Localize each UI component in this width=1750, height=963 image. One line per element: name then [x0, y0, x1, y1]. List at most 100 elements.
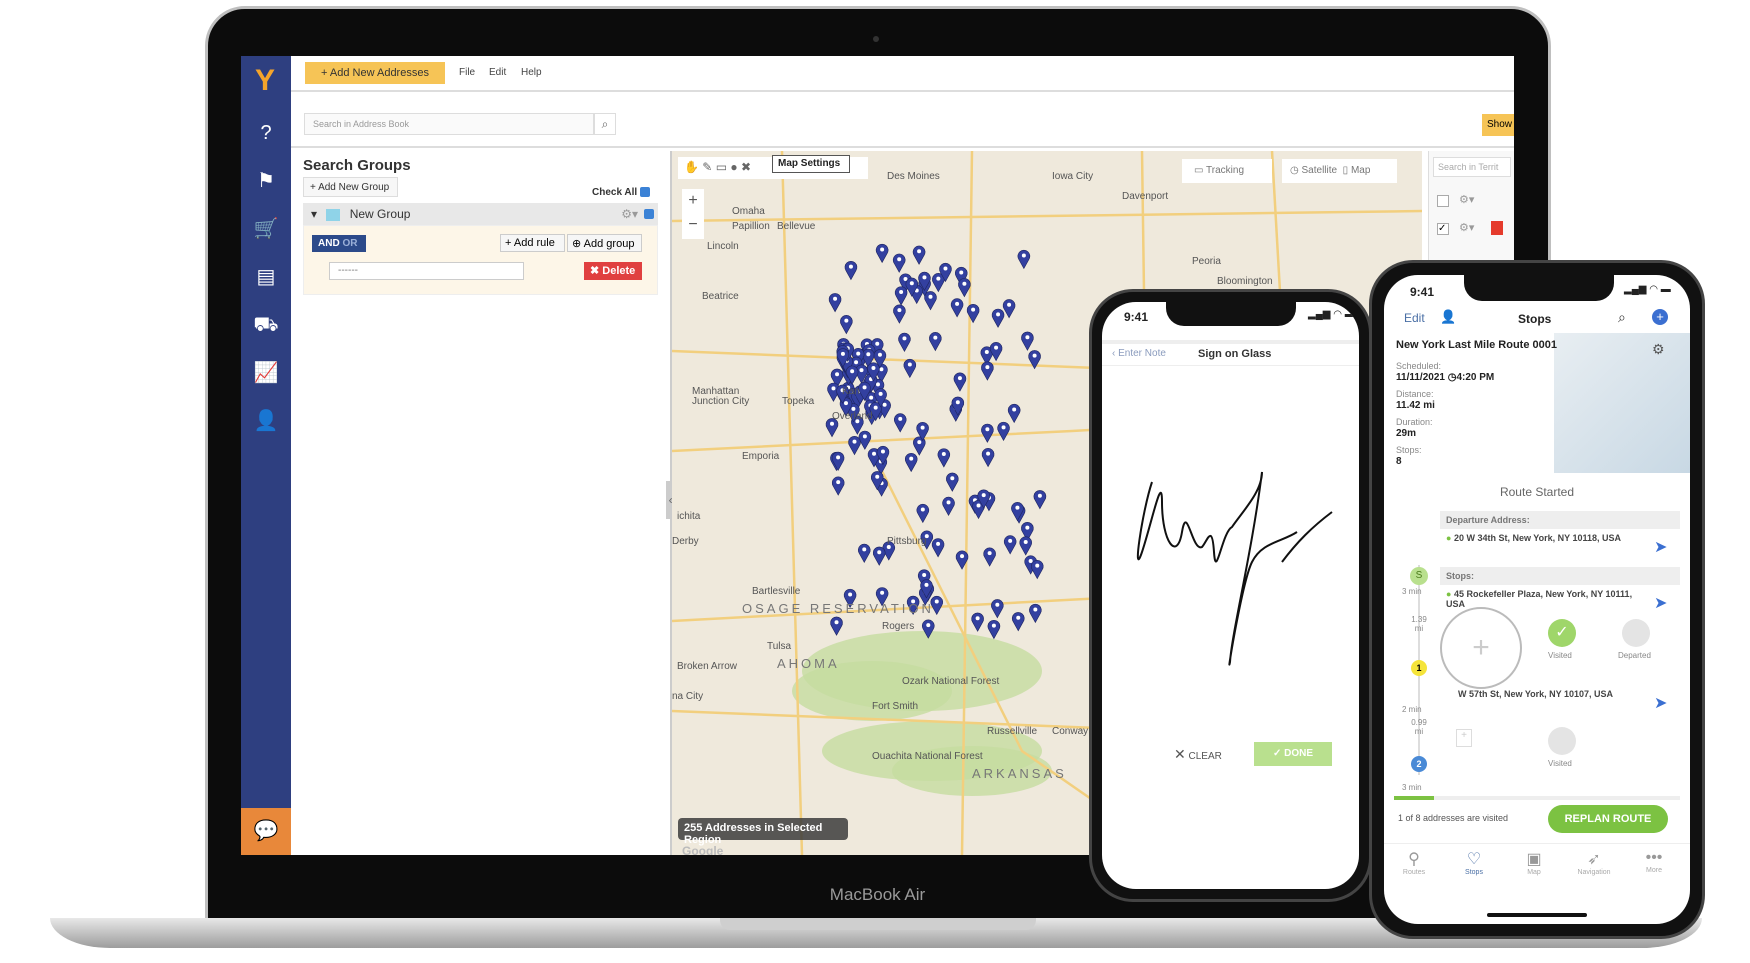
group-checkbox[interactable] [644, 209, 654, 219]
map-pin[interactable] [858, 430, 872, 450]
done-button[interactable]: ✓ DONE [1254, 742, 1332, 766]
stop-2-address[interactable]: W 57th St, New York, NY 10107, USA [1458, 689, 1638, 699]
map-pin[interactable] [828, 293, 842, 313]
route-map-thumbnail[interactable] [1554, 333, 1690, 473]
map-pin[interactable] [981, 423, 994, 443]
back-button[interactable]: ‹ Enter Note [1112, 348, 1166, 359]
map-pin[interactable] [840, 315, 853, 335]
map-pin[interactable] [830, 616, 843, 636]
group-color-swatch[interactable] [326, 208, 341, 221]
map-pin[interactable] [893, 304, 906, 324]
map-pin[interactable] [892, 253, 906, 273]
progress-bar[interactable] [1394, 796, 1680, 800]
circle-icon[interactable]: ● [730, 160, 737, 174]
menu-file[interactable]: File [459, 67, 475, 78]
add-group-button[interactable]: ⊕ Add group [567, 234, 642, 252]
add-icon[interactable]: + [1652, 309, 1668, 325]
map-pin[interactable] [1003, 535, 1017, 555]
navigate-icon[interactable]: ➤ [1654, 537, 1667, 557]
map-pin[interactable] [831, 451, 845, 471]
search-icon[interactable]: ⌕ [1618, 309, 1626, 326]
tab-routes[interactable]: ⚲ Routes [1386, 849, 1442, 876]
map-pin[interactable] [997, 421, 1010, 442]
team-icon[interactable]: 👤 [251, 406, 281, 436]
add-new-addresses-button[interactable]: + Add New Addresses [305, 62, 445, 84]
tab-stops[interactable]: ♡ Stops [1446, 849, 1502, 876]
logo-icon[interactable]: Y [247, 64, 283, 100]
map-pin[interactable] [875, 243, 889, 264]
map-pin[interactable] [991, 308, 1005, 328]
signature-canvas[interactable] [1122, 432, 1342, 692]
navigate-icon[interactable]: ➤ [1654, 593, 1667, 613]
map-pin[interactable] [958, 278, 971, 298]
map-pin[interactable] [924, 291, 937, 311]
show-button[interactable]: Show [1482, 114, 1514, 136]
tab-map[interactable]: ▣ Map [1506, 849, 1562, 876]
map-pin[interactable] [942, 496, 955, 517]
and-option[interactable]: AND [318, 238, 340, 249]
tab-more[interactable]: ••• More [1626, 849, 1682, 874]
territory-color[interactable] [1491, 221, 1503, 235]
analytics-icon[interactable]: 📈 [251, 358, 281, 388]
rule-field-select[interactable]: ------ [329, 262, 524, 280]
map-pin[interactable] [950, 298, 964, 318]
driver-icon[interactable]: 👤 [1440, 309, 1456, 325]
add-note-icon[interactable]: + [1456, 729, 1472, 747]
visited-check-icon[interactable]: ✓ [1548, 619, 1576, 647]
satellite-button[interactable]: ◷ Satellite [1290, 165, 1337, 176]
map-pin[interactable] [987, 620, 1001, 640]
map-pin[interactable] [946, 472, 959, 492]
fleet-icon[interactable]: ⛟ [251, 310, 281, 340]
map-pin[interactable] [904, 453, 918, 473]
territory-search-input[interactable]: Search in Territ [1433, 157, 1511, 177]
tab-navigation[interactable]: ➶ Navigation [1566, 849, 1622, 876]
map-pin[interactable] [929, 332, 942, 352]
add-rule-button[interactable]: + Add rule [500, 234, 565, 252]
map-pin[interactable] [1029, 603, 1042, 624]
chat-icon[interactable]: 💬 [241, 808, 291, 855]
check-all-checkbox[interactable] [639, 187, 650, 198]
map-pin[interactable] [991, 599, 1004, 619]
and-or-toggle[interactable]: AND OR [312, 235, 366, 252]
map-pin[interactable] [981, 361, 994, 381]
map-pin[interactable] [872, 546, 886, 566]
edit-button[interactable]: Edit [1404, 311, 1425, 325]
map-pin[interactable] [898, 332, 911, 353]
stop-1-address[interactable]: ● 45 Rockefeller Plaza, New York, NY 101… [1446, 589, 1636, 609]
navigate-icon[interactable]: ➤ [1654, 693, 1667, 713]
tracking-button[interactable]: ▭ Tracking [1182, 159, 1272, 183]
gear-icon[interactable]: ⚙▾ [621, 207, 638, 221]
map-pin[interactable] [937, 448, 951, 468]
departure-address[interactable]: ● 20 W 34th St, New York, NY 10118, USA [1446, 533, 1636, 543]
territory-checkbox-checked[interactable]: ✓ [1437, 223, 1449, 235]
address-search-input[interactable]: Search in Address Book [304, 113, 594, 135]
delete-button[interactable]: ✖ Delete [584, 262, 642, 280]
hand-icon[interactable]: ✋ [684, 160, 699, 174]
map-pin[interactable] [971, 612, 984, 632]
departed-icon[interactable] [1622, 619, 1650, 647]
map-pin[interactable] [981, 448, 995, 468]
gear-icon[interactable]: ⚙▾ [1459, 193, 1474, 206]
map-settings-button[interactable]: Map Settings [772, 155, 850, 173]
help-icon[interactable]: ? [251, 118, 281, 148]
rectangle-icon[interactable]: ▭ [716, 160, 727, 174]
map-pin[interactable] [893, 413, 907, 433]
caret-down-icon[interactable]: ▾ [311, 207, 317, 221]
map-pin[interactable] [844, 261, 858, 281]
check-all[interactable]: Check All [592, 187, 650, 198]
map-pin[interactable] [1002, 299, 1016, 319]
orders-icon[interactable]: ▤ [251, 262, 281, 292]
routes-icon[interactable]: ⚑ [251, 166, 281, 196]
zoom-in-button[interactable]: + [682, 189, 704, 213]
map-pin[interactable] [903, 358, 917, 379]
map-pin[interactable] [989, 342, 1003, 362]
map-pin[interactable] [1030, 560, 1044, 580]
map-pin[interactable] [912, 245, 926, 265]
or-option[interactable]: OR [342, 238, 357, 249]
map-pin[interactable] [1033, 490, 1047, 510]
map-pin[interactable] [831, 476, 845, 496]
menu-help[interactable]: Help [521, 67, 542, 78]
menu-edit[interactable]: Edit [489, 67, 506, 78]
gear-icon[interactable]: ⚙▾ [1459, 221, 1474, 234]
map-pin[interactable] [1019, 536, 1032, 556]
